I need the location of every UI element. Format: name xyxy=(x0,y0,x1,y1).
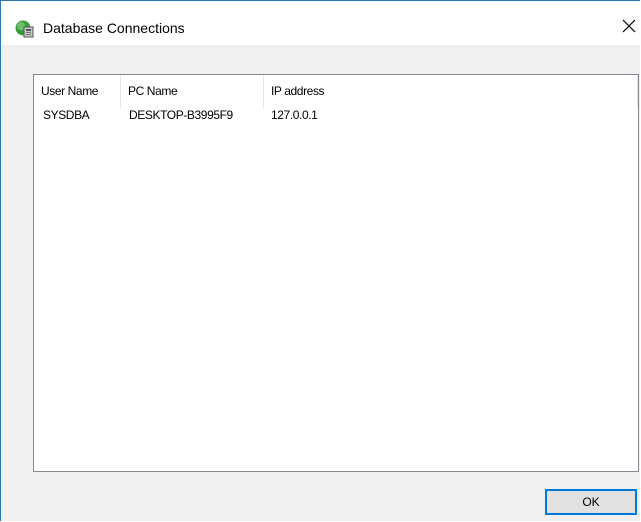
list-rows: SYSDBA DESKTOP-B3995F9 127.0.0.1 xyxy=(34,108,638,126)
connections-list[interactable]: User Name PC Name IP address SYSDBA DESK… xyxy=(33,74,639,472)
cell-user-name: SYSDBA xyxy=(43,108,90,122)
cell-ip-address: 127.0.0.1 xyxy=(271,108,318,122)
column-header-user-name[interactable]: User Name xyxy=(34,75,121,108)
list-item[interactable]: SYSDBA DESKTOP-B3995F9 127.0.0.1 xyxy=(34,108,638,126)
title-bar[interactable]: Database Connections xyxy=(1,1,640,45)
window-title: Database Connections xyxy=(43,20,185,36)
cell-pc-name: DESKTOP-B3995F9 xyxy=(129,108,233,122)
ok-button[interactable]: OK xyxy=(545,489,637,515)
close-button[interactable] xyxy=(618,12,640,42)
dialog-window: Database Connections User Name PC Name I… xyxy=(0,0,640,521)
column-header-pc-name[interactable]: PC Name xyxy=(121,75,264,108)
list-header: User Name PC Name IP address xyxy=(34,75,638,108)
column-header-ip-address[interactable]: IP address xyxy=(264,75,638,108)
close-icon xyxy=(622,19,636,36)
database-connection-icon xyxy=(15,19,35,39)
